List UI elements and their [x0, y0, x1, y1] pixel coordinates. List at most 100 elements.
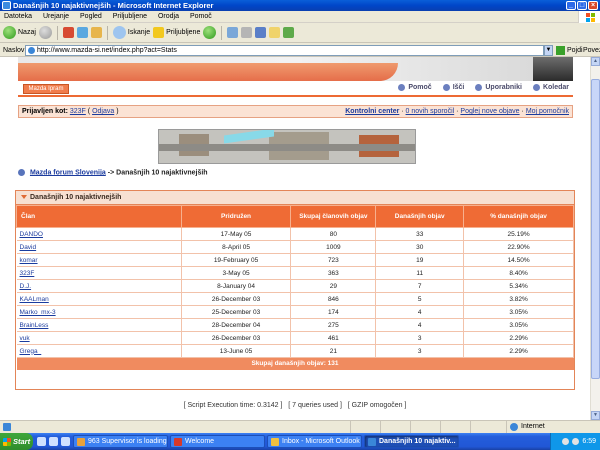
logout-link[interactable]: Odjava	[92, 108, 114, 115]
taskbar-task[interactable]: Inbox - Microsoft Outlook	[267, 435, 362, 448]
table-row: DANDO 17-May 05 80 33 25.19%	[16, 227, 574, 241]
col-header-joined: Pridružen	[180, 205, 292, 228]
address-bar: Naslov http://www.mazda-si.net/index.php…	[0, 44, 600, 57]
address-input[interactable]: http://www.mazda-si.net/index.php?act=St…	[25, 45, 544, 56]
folder-icon[interactable]	[269, 27, 281, 38]
globe-icon	[510, 423, 518, 431]
task-label: Welcome	[185, 438, 215, 445]
mazda-ipram-button[interactable]: Mazda Ipram	[23, 84, 69, 94]
table-row: KAALman 26-December 03 846 5 3.82%	[16, 292, 574, 306]
member-link[interactable]: David	[16, 240, 182, 254]
back-button[interactable]: Nazaj	[3, 26, 36, 39]
taskbar-task[interactable]: 963 Supervisor is loading...	[73, 435, 168, 448]
menu-favorites[interactable]: Priljubljene	[113, 13, 147, 20]
joined-cell: 8-April 05	[181, 240, 292, 254]
taskbar: Start 963 Supervisor is loading... Welcom…	[0, 433, 600, 450]
show-desktop-icon[interactable]	[37, 437, 46, 446]
taskbar-task[interactable]: Welcome	[170, 435, 265, 448]
mail-icon[interactable]	[227, 27, 239, 38]
toolbar-separator	[56, 25, 58, 40]
ie-icon	[2, 1, 11, 10]
today-posts-cell: 3	[375, 344, 465, 358]
total-row: Skupaj današnjih objav: 131	[16, 357, 574, 370]
page-content: Mazda Ipram Pomoč Išči Uporabniki Koleda…	[0, 57, 590, 420]
status-cell	[350, 421, 380, 433]
maximize-button[interactable]: □	[577, 1, 587, 10]
minimize-button[interactable]: _	[566, 1, 576, 10]
tray-icon[interactable]	[562, 438, 570, 445]
member-link[interactable]: KAALman	[16, 292, 182, 306]
menu-view[interactable]: Pogled	[80, 13, 102, 20]
today-posts-cell: 3	[375, 331, 465, 345]
ad-banner[interactable]	[158, 129, 416, 164]
menu-edit[interactable]: Urejanje	[43, 13, 69, 20]
menu-help[interactable]: Pomoč	[190, 13, 212, 20]
member-link[interactable]: DANDO	[16, 227, 182, 241]
total-posts-cell: 363	[290, 266, 377, 280]
ad-road	[159, 144, 415, 151]
stats-panel-title: Današnjih 10 najaktivnejših	[16, 191, 574, 205]
col-header-member: Član	[16, 205, 182, 228]
home-icon[interactable]	[90, 27, 102, 38]
scroll-thumb[interactable]	[591, 79, 600, 379]
tray-icon[interactable]	[572, 438, 580, 445]
total-posts-label: Skupaj današnjih objav: 131	[16, 357, 574, 370]
search-icon	[112, 26, 126, 39]
task-buttons: 963 Supervisor is loading... Welcome Inbox…	[73, 435, 461, 448]
forward-button[interactable]	[38, 26, 52, 39]
start-button[interactable]: Start	[0, 433, 33, 450]
table-header-row: Član Pridružen Skupaj članovih objav Dan…	[16, 205, 574, 228]
nav-help[interactable]: Pomoč	[398, 84, 432, 91]
total-posts-cell: 174	[290, 305, 377, 319]
stats-table: Član Pridružen Skupaj članovih objav Dan…	[16, 205, 574, 370]
print-icon[interactable]	[241, 27, 253, 38]
go-button[interactable]: Pojdi	[556, 44, 583, 57]
outlook-quicklaunch-icon[interactable]	[61, 437, 70, 446]
favorites-button[interactable]: Priljubljene	[153, 27, 200, 38]
edit-word-icon[interactable]	[255, 27, 267, 38]
nav-members[interactable]: Uporabniki	[475, 84, 522, 91]
messenger-icon[interactable]	[283, 27, 295, 38]
joined-cell: 26-December 03	[181, 331, 292, 345]
joined-cell: 26-December 03	[181, 292, 292, 306]
nav-calendar[interactable]: Koledar	[532, 84, 569, 91]
new-posts-link[interactable]: Poglej nove objave	[460, 108, 519, 115]
scroll-down-button[interactable]: ▼	[591, 411, 600, 420]
window-titlebar: Današnjih 10 najaktivnejših - Microsoft …	[0, 0, 600, 11]
menu-tools[interactable]: Orodja	[158, 13, 179, 20]
member-link[interactable]: Marko_mx-3	[16, 305, 182, 319]
member-link[interactable]: 323F	[16, 266, 182, 280]
address-label: Naslov	[3, 47, 25, 54]
member-link[interactable]: BrainLess	[16, 318, 182, 332]
refresh-icon[interactable]	[76, 27, 88, 38]
user-bar: Prijavljen kot: 323F ( Odjava ) Kontroln…	[18, 105, 573, 118]
nav-search[interactable]: Išči	[442, 84, 464, 91]
new-messages-link[interactable]: 0 novih sporočil	[406, 108, 455, 115]
taskbar-task[interactable]: Današnjih 10 najaktiv...	[364, 435, 459, 448]
username-link[interactable]: 323F	[70, 108, 86, 115]
control-center-link[interactable]: Kontrolni center	[345, 108, 399, 115]
arrow-icon	[21, 195, 27, 200]
stop-icon[interactable]	[62, 27, 74, 38]
scroll-up-button[interactable]: ▲	[591, 57, 600, 66]
breadcrumb-home[interactable]: Mazda forum Slovenija	[30, 169, 106, 176]
vertical-scrollbar[interactable]: ▲ ▼	[590, 57, 600, 420]
menu-file[interactable]: Datoteka	[4, 13, 32, 20]
forum-icon	[18, 169, 25, 176]
member-link[interactable]: D.J.	[16, 279, 182, 293]
member-link[interactable]: komar	[16, 253, 182, 267]
ie-quicklaunch-icon[interactable]	[49, 437, 58, 446]
today-posts-cell: 4	[375, 318, 465, 332]
address-dropdown-button[interactable]: ▼	[544, 45, 553, 56]
links-button[interactable]: Povezave	[583, 44, 600, 57]
member-link[interactable]: vuk	[16, 331, 182, 345]
media-icon[interactable]	[203, 26, 217, 39]
assistant-link[interactable]: Moj pomočnik	[526, 108, 569, 115]
search-button[interactable]: Iskanje	[112, 26, 150, 39]
top-nav: Pomoč Išči Uporabniki Koledar	[398, 84, 569, 91]
table-row: Grega_ 13-June 05 21 3 2.29%	[16, 344, 574, 358]
status-cell	[470, 421, 500, 433]
close-button[interactable]: ×	[588, 1, 598, 10]
member-link[interactable]: Grega_	[16, 344, 182, 358]
star-icon	[153, 27, 165, 38]
